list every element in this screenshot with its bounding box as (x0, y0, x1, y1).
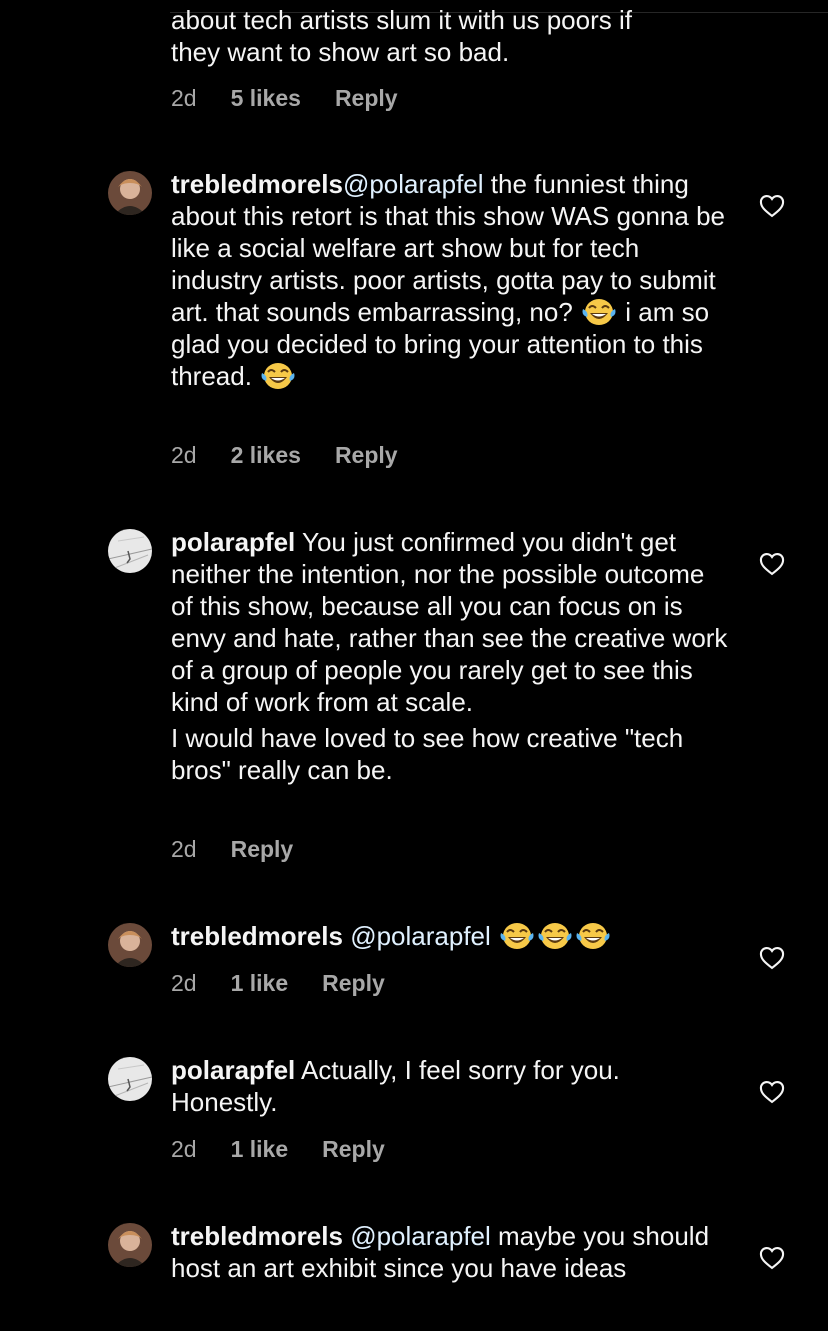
comment-time: 2d (171, 836, 197, 862)
comment-meta: 2d Reply (171, 836, 327, 863)
comment-time: 2d (171, 970, 197, 996)
avatar[interactable] (108, 923, 152, 967)
username[interactable]: trebledmorels (171, 1221, 343, 1251)
reply-button[interactable]: Reply (231, 836, 294, 863)
username[interactable]: trebledmorels (171, 921, 343, 951)
reply-button[interactable]: Reply (322, 1136, 385, 1163)
face-with-tears-of-joy-icon (576, 921, 610, 951)
face-with-tears-of-joy-icon (261, 361, 295, 391)
face-with-tears-of-joy-icon (538, 921, 572, 951)
likes-count[interactable]: 1 like (231, 1136, 289, 1163)
face-with-tears-of-joy-icon (582, 297, 616, 327)
comment-meta: 2d 1 like Reply (171, 970, 419, 997)
comment-text: polarapfel You just confirmed you didn't… (171, 526, 731, 786)
reply-button[interactable]: Reply (322, 970, 385, 997)
comment-text: trebledmorels @polarapfel maybe you shou… (171, 1220, 731, 1284)
comment-text: polarapfel Actually, I feel sorry for yo… (171, 1054, 731, 1118)
heart-outline-icon[interactable] (758, 1078, 786, 1106)
heart-outline-icon[interactable] (758, 1244, 786, 1272)
likes-count[interactable]: 2 likes (231, 442, 301, 469)
username[interactable]: trebledmorels (171, 169, 343, 199)
comment-text: about tech artists slum it with us poors… (171, 5, 632, 67)
comment-time: 2d (171, 1136, 197, 1162)
username[interactable]: polarapfel (171, 527, 295, 557)
reply-button[interactable]: Reply (335, 442, 398, 469)
comment-time: 2d (171, 85, 197, 111)
comment-meta: 2d 5 likes Reply (171, 85, 432, 112)
heart-outline-icon[interactable] (758, 550, 786, 578)
heart-outline-icon[interactable] (758, 944, 786, 972)
comment-meta: 2d 2 likes Reply (171, 442, 432, 469)
comment-text: trebledmorels@polarapfel the funniest th… (171, 168, 731, 392)
avatar[interactable] (108, 1223, 152, 1267)
likes-count[interactable]: 1 like (231, 970, 289, 997)
heart-outline-icon[interactable] (758, 192, 786, 220)
comment-time: 2d (171, 442, 197, 468)
comment-text: trebledmorels @polarapfel (171, 920, 731, 952)
likes-count[interactable]: 5 likes (231, 85, 301, 112)
comment-body: I would have loved to see how creative "… (171, 723, 684, 785)
avatar[interactable] (108, 1057, 152, 1101)
reply-button[interactable]: Reply (335, 85, 398, 112)
mention-link[interactable]: @polarapfel (350, 921, 491, 951)
mention-link[interactable]: @polarapfel (343, 169, 484, 199)
mention-link[interactable]: @polarapfel (350, 1221, 491, 1251)
avatar[interactable] (108, 529, 152, 573)
avatar[interactable] (108, 171, 152, 215)
comment-meta: 2d 1 like Reply (171, 1136, 419, 1163)
username[interactable]: polarapfel (171, 1055, 295, 1085)
face-with-tears-of-joy-icon (500, 921, 534, 951)
